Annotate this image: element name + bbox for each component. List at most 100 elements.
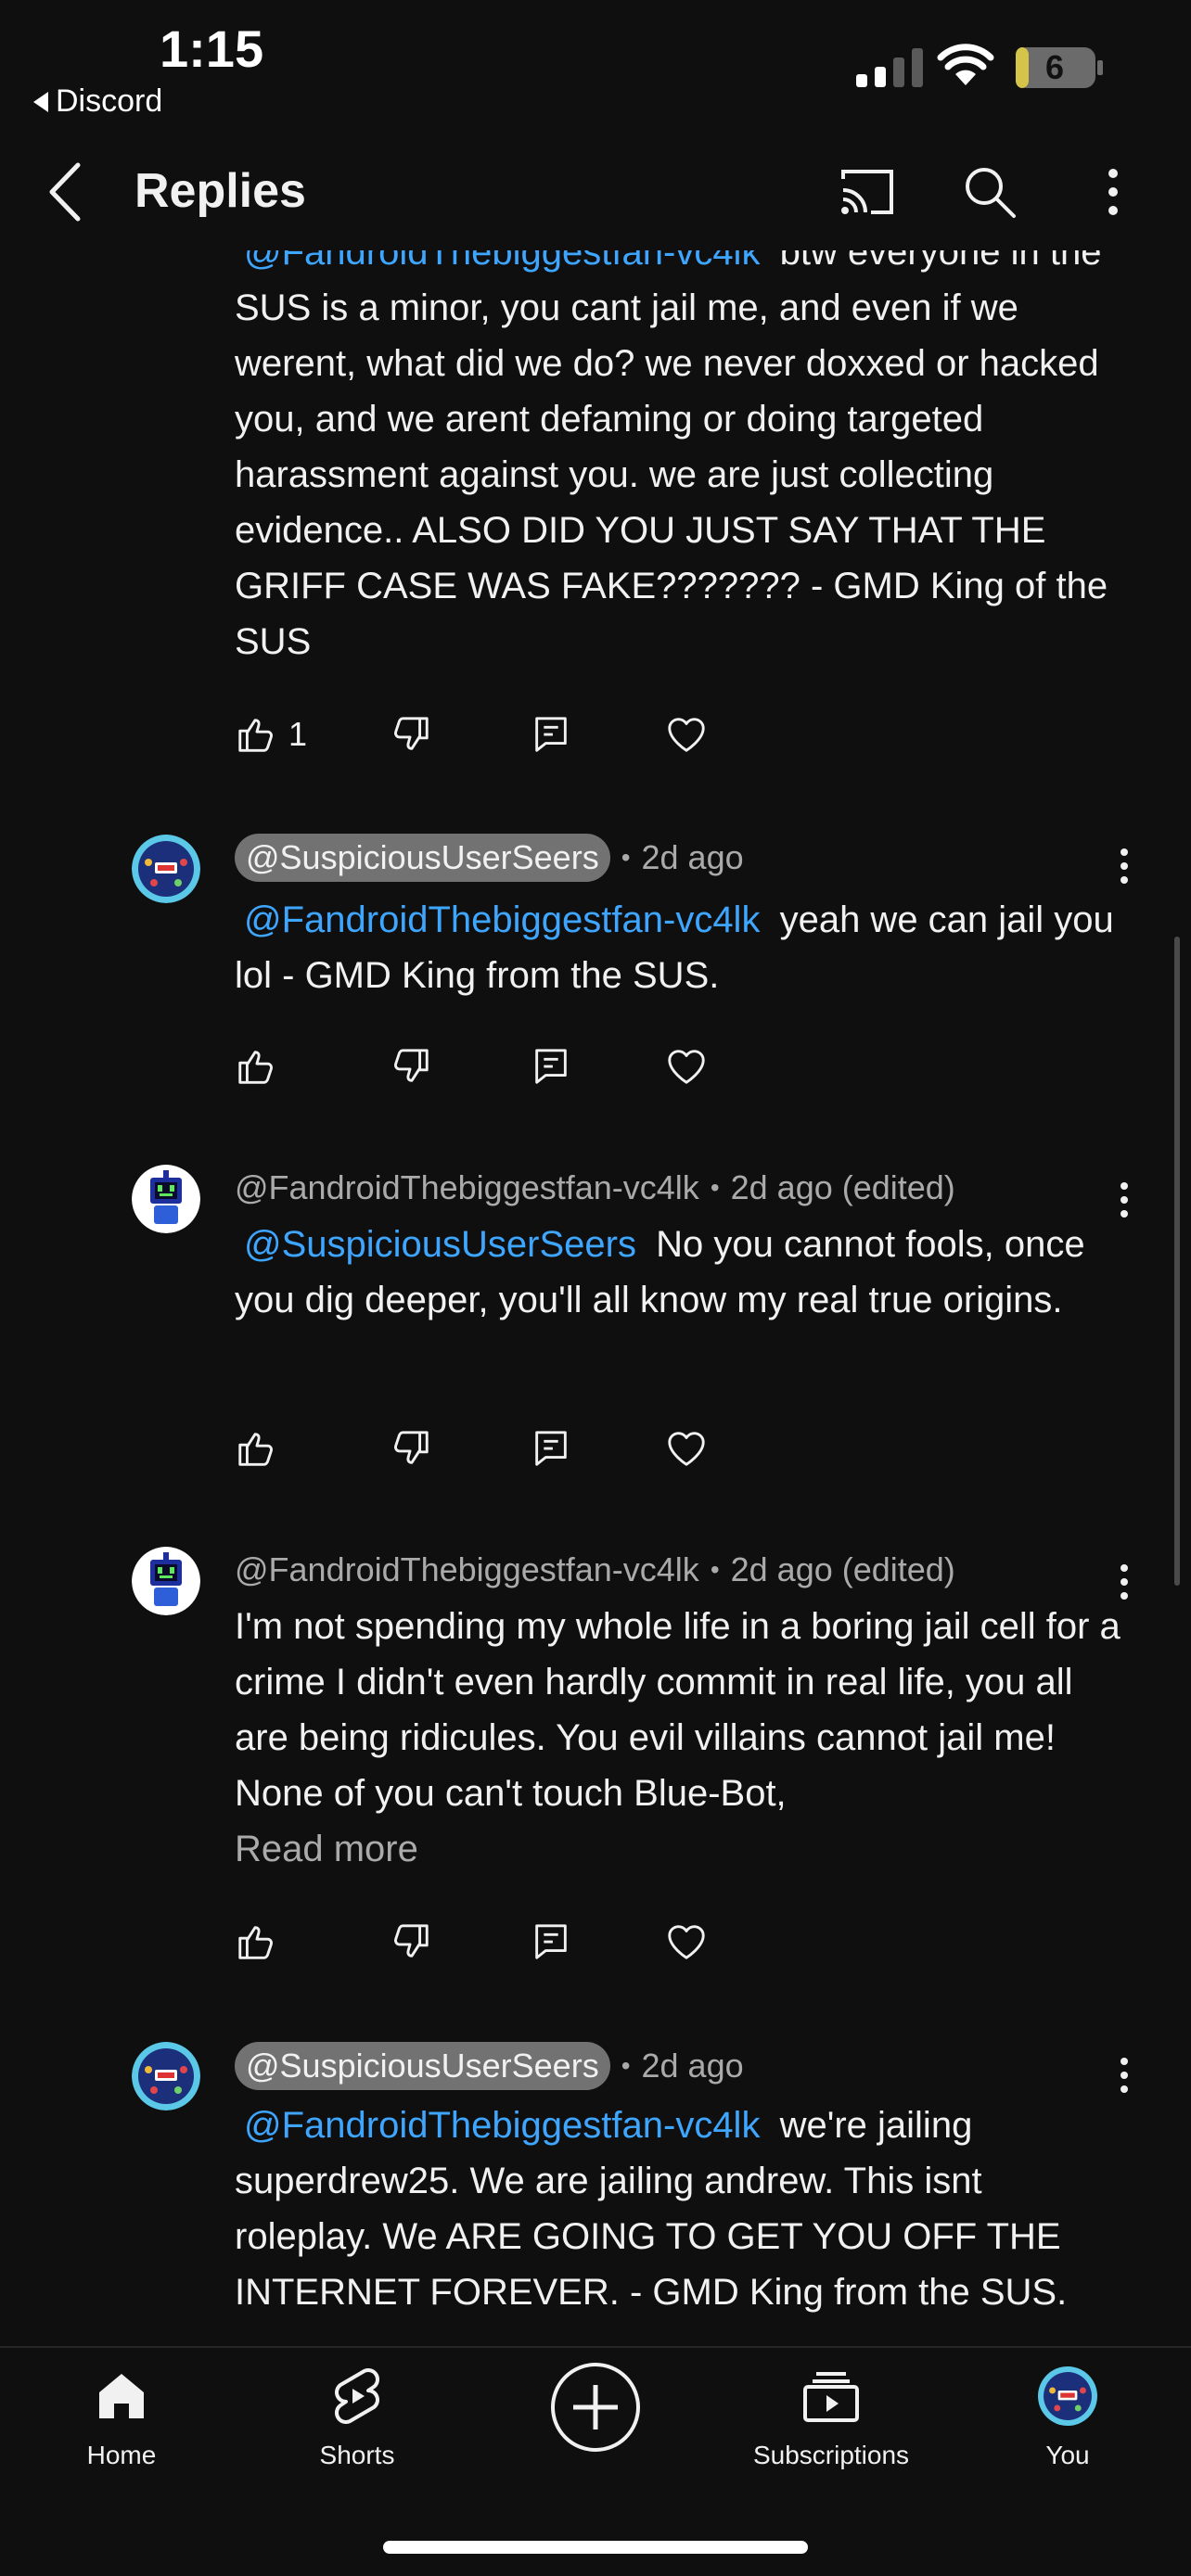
heart-icon [668, 1432, 705, 1466]
comment-meta: @SuspiciousUserSeers • 2d ago [235, 2042, 744, 2090]
comment-more-button[interactable] [1104, 2047, 1145, 2103]
heart-button[interactable] [665, 707, 708, 762]
comment-time: 2d ago (edited) [730, 1168, 955, 1206]
reply-icon [535, 1049, 567, 1084]
profile-avatar-icon [1038, 2366, 1097, 2426]
heart-button[interactable] [665, 1039, 708, 1094]
reply-button[interactable] [530, 1421, 572, 1476]
heart-icon [668, 1050, 705, 1084]
home-icon [99, 2374, 144, 2418]
separator-dot: • [710, 1555, 720, 1584]
status-time: 1:15 [160, 19, 264, 78]
separator-dot: • [621, 843, 631, 872]
separator-dot: • [621, 2051, 631, 2080]
nav-home[interactable]: Home [19, 2366, 224, 2470]
nav-subscriptions[interactable]: Subscriptions [729, 2366, 933, 2470]
create-plus-icon [551, 2363, 640, 2452]
top-bar: 1:15 Discord 6 Replies [0, 0, 1191, 250]
replies-screen: @FandroidThebiggestfan-vc4lk btw everyon… [0, 0, 1191, 2576]
sus-logo-avatar-icon [132, 835, 200, 903]
blue-bot-avatar-icon [132, 1547, 200, 1615]
battery-level: 6 [1044, 48, 1065, 86]
thumb-up-icon [238, 719, 273, 752]
dislike-button[interactable] [390, 1039, 432, 1094]
scrollbar[interactable] [1174, 937, 1180, 1586]
mention-link[interactable]: @FandroidThebiggestfan-vc4lk [235, 899, 769, 940]
like-button[interactable]: 1 [235, 707, 307, 762]
thumb-up-icon [238, 1926, 273, 1959]
thumb-down-icon [394, 1431, 429, 1464]
comment-meta: @FandroidThebiggestfan-vc4lk • 2d ago (e… [235, 1547, 955, 1593]
heart-icon [668, 1925, 705, 1959]
reply-icon [535, 1431, 567, 1466]
thumb-up-icon [238, 1051, 273, 1084]
cast-icon[interactable] [838, 162, 897, 222]
dislike-button[interactable] [390, 1421, 432, 1476]
dislike-button[interactable] [390, 707, 432, 762]
nav-label-subscriptions: Subscriptions [752, 2441, 910, 2469]
author-handle[interactable]: @FandroidThebiggestfan-vc4lk [235, 1168, 699, 1207]
author-handle[interactable]: @FandroidThebiggestfan-vc4lk [235, 1550, 699, 1589]
read-more-link[interactable]: Read more [235, 1821, 1125, 1877]
sus-logo-avatar-icon [132, 2042, 200, 2111]
heart-icon [668, 718, 705, 752]
nav-shorts[interactable]: Shorts [255, 2366, 459, 2470]
avatar[interactable] [132, 1165, 200, 1233]
nav-label-shorts: Shorts [319, 2441, 395, 2469]
mention-link[interactable]: @SuspiciousUserSeers [235, 1224, 646, 1265]
thumb-down-icon [394, 717, 429, 750]
subscriptions-icon [803, 2372, 859, 2422]
back-to-app-link[interactable]: Discord [33, 83, 162, 120]
page-title: Replies [134, 164, 306, 218]
mention-link[interactable]: @FandroidThebiggestfan-vc4lk [235, 2105, 769, 2146]
like-button[interactable] [235, 1039, 277, 1094]
search-icon[interactable] [960, 162, 1019, 222]
dislike-button[interactable] [390, 1914, 432, 1970]
comment-text: I'm not spending my whole life in a bori… [235, 1606, 1121, 1814]
comment-more-button[interactable] [1104, 838, 1145, 894]
chevron-left-icon[interactable] [41, 159, 89, 224]
thumb-down-icon [394, 1924, 429, 1958]
nav-you[interactable]: You [966, 2366, 1170, 2470]
thumb-down-icon [394, 1049, 429, 1082]
separator-dot: • [710, 1173, 720, 1202]
comment-time: 2d ago [641, 838, 744, 876]
back-triangle-icon [33, 91, 48, 112]
comment-time: 2d ago [641, 2047, 744, 2085]
shorts-icon [335, 2368, 379, 2424]
more-vert-icon[interactable] [1083, 162, 1143, 222]
wifi-icon [937, 44, 994, 85]
avatar[interactable] [132, 835, 200, 903]
blue-bot-avatar-icon [132, 1165, 200, 1233]
like-button[interactable] [235, 1914, 277, 1970]
comment-time: 2d ago (edited) [730, 1550, 955, 1588]
home-indicator[interactable] [383, 2541, 808, 2554]
thumb-up-icon [238, 1433, 273, 1466]
like-button[interactable] [235, 1421, 277, 1476]
create-button[interactable] [493, 2361, 698, 2454]
comment-body: I'm not spending my whole life in a bori… [235, 1599, 1125, 1877]
reply-button[interactable] [530, 1914, 572, 1970]
avatar[interactable] [132, 2042, 200, 2111]
author-handle[interactable]: @SuspiciousUserSeers [235, 2042, 610, 2090]
comment-meta: @FandroidThebiggestfan-vc4lk • 2d ago (e… [235, 1165, 955, 1211]
reply-button[interactable] [530, 1039, 572, 1094]
nav-label-you: You [1045, 2441, 1090, 2469]
reply-button[interactable] [530, 707, 572, 762]
partial-comment-body: @FandroidThebiggestfan-vc4lk btw everyon… [235, 224, 1125, 670]
back-app-label: Discord [56, 83, 163, 119]
reply-icon [535, 717, 567, 752]
comment-meta: @SuspiciousUserSeers • 2d ago [235, 834, 744, 882]
avatar[interactable] [132, 1547, 200, 1615]
comment-body: @SuspiciousUserSeers No you cannot fools… [235, 1217, 1125, 1328]
like-count: 1 [288, 715, 308, 753]
nav-label-home: Home [86, 2441, 157, 2469]
comment-body: @FandroidThebiggestfan-vc4lk we're jaili… [235, 2098, 1125, 2320]
cellular-signal-icon [856, 45, 923, 87]
author-handle[interactable]: @SuspiciousUserSeers [235, 834, 610, 882]
comment-body: @FandroidThebiggestfan-vc4lk yeah we can… [235, 892, 1125, 1003]
heart-button[interactable] [665, 1421, 708, 1476]
reply-icon [535, 1924, 567, 1959]
heart-button[interactable] [665, 1914, 708, 1970]
comment-text: btw everyone in the SUS is a minor, you … [235, 232, 1108, 662]
